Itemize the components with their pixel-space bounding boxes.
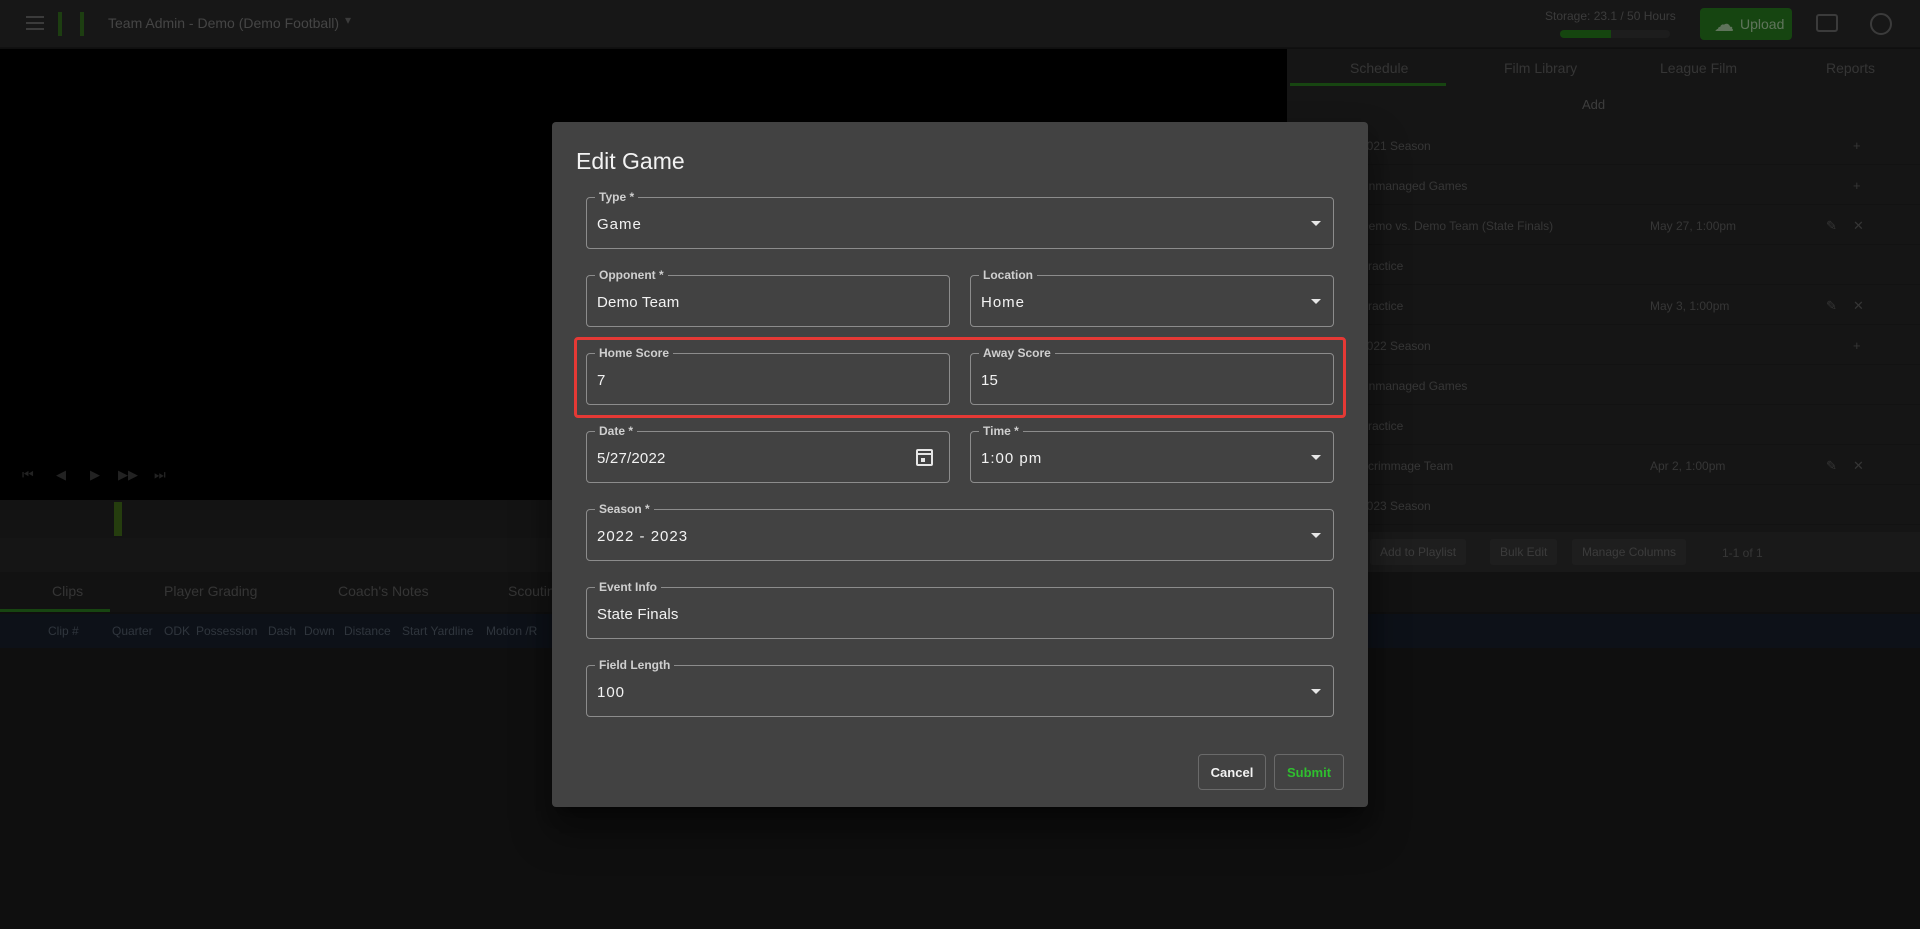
dropdown-arrow-icon bbox=[1311, 455, 1321, 460]
submit-button[interactable]: Submit bbox=[1274, 754, 1344, 790]
field-label: Field Length bbox=[595, 658, 675, 672]
cancel-button[interactable]: Cancel bbox=[1198, 754, 1266, 790]
calendar-icon[interactable] bbox=[916, 449, 933, 466]
field-label: Season * bbox=[595, 502, 654, 516]
field-label: Away Score bbox=[979, 346, 1055, 360]
field-value: 15 bbox=[981, 372, 999, 389]
field-value: 7 bbox=[597, 372, 606, 389]
field-value: 100 bbox=[597, 684, 626, 701]
location-select[interactable]: Location Home bbox=[970, 268, 1334, 327]
field-value: Home bbox=[981, 294, 1026, 311]
field-value: 5/27/2022 bbox=[597, 450, 666, 467]
field-label: Home Score bbox=[595, 346, 674, 360]
field-length-select[interactable]: Field Length 100 bbox=[586, 658, 1334, 717]
time-select[interactable]: Time * 1:00 pm bbox=[970, 424, 1334, 483]
field-label: Event Info bbox=[595, 580, 662, 594]
field-label: Type * bbox=[595, 190, 639, 204]
event-info-input[interactable]: Event Info State Finals bbox=[586, 580, 1334, 639]
dropdown-arrow-icon bbox=[1311, 221, 1321, 226]
field-value: 1:00 pm bbox=[981, 450, 1043, 467]
edit-game-dialog: Edit Game Type * Game Opponent * Demo Te… bbox=[552, 122, 1368, 807]
field-value: Demo Team bbox=[597, 294, 680, 311]
field-label: Time * bbox=[979, 424, 1023, 438]
home-score-input[interactable]: Home Score 7 bbox=[586, 346, 950, 405]
dropdown-arrow-icon bbox=[1311, 689, 1321, 694]
opponent-input[interactable]: Opponent * Demo Team bbox=[586, 268, 950, 327]
type-select[interactable]: Type * Game bbox=[586, 190, 1334, 249]
field-value: 2022 - 2023 bbox=[597, 528, 689, 545]
field-value: Game bbox=[597, 216, 642, 233]
field-value: State Finals bbox=[597, 606, 679, 623]
away-score-input[interactable]: Away Score 15 bbox=[970, 346, 1334, 405]
field-label: Opponent * bbox=[595, 268, 668, 282]
season-select[interactable]: Season * 2022 - 2023 bbox=[586, 502, 1334, 561]
date-input[interactable]: Date * 5/27/2022 bbox=[586, 424, 950, 483]
dialog-title: Edit Game bbox=[576, 148, 685, 174]
dropdown-arrow-icon bbox=[1311, 533, 1321, 538]
field-label: Date * bbox=[595, 424, 638, 438]
dropdown-arrow-icon bbox=[1311, 299, 1321, 304]
field-label: Location bbox=[979, 268, 1037, 282]
